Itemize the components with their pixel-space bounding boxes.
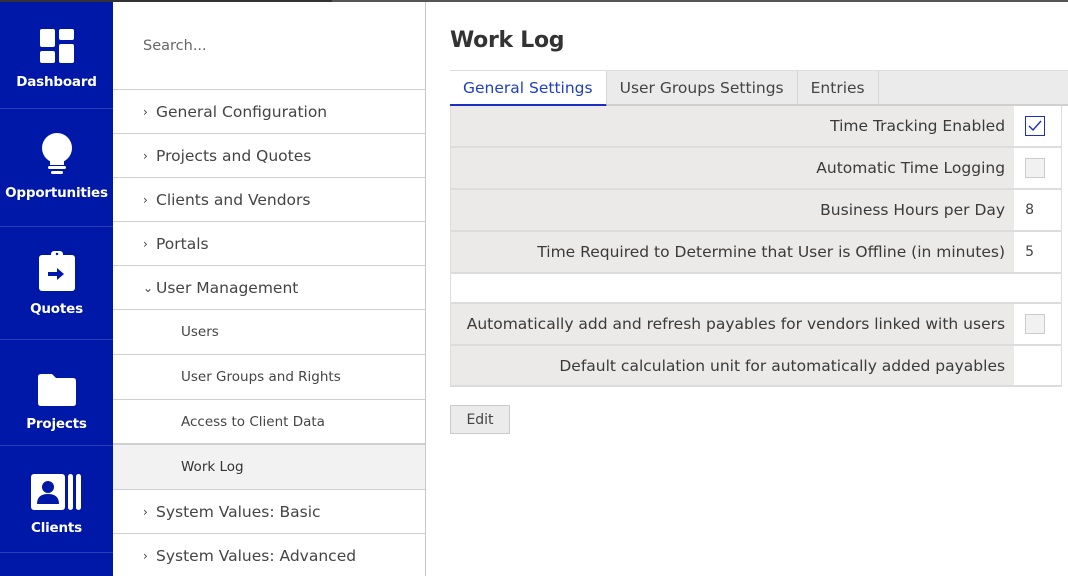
lightbulb-icon bbox=[40, 133, 74, 175]
chevron-right-icon: › bbox=[143, 548, 148, 563]
nav-item-projects[interactable]: Projects bbox=[0, 340, 113, 446]
sidebar-item-label: User Management bbox=[156, 278, 299, 297]
automatic-time-logging-checkbox[interactable] bbox=[1025, 158, 1046, 178]
setting-label: Business Hours per Day bbox=[451, 190, 1015, 230]
search-box bbox=[113, 2, 425, 90]
nav-item-dashboard[interactable]: Dashboard bbox=[0, 2, 113, 109]
settings-sidebar: › General Configuration › Projects and Q… bbox=[113, 2, 426, 576]
sidebar-item-label: Portals bbox=[156, 234, 209, 253]
chevron-down-icon: ⌄ bbox=[143, 280, 154, 295]
window-top-border bbox=[0, 0, 1068, 2]
sidebar-item-general-configuration[interactable]: › General Configuration bbox=[113, 90, 425, 134]
sidebar-item-label: User Groups and Rights bbox=[181, 369, 341, 385]
setting-label: Automatically add and refresh payables f… bbox=[451, 304, 1015, 344]
setting-label: Automatic Time Logging bbox=[451, 148, 1015, 188]
setting-row-default-calculation-unit: Default calculation unit for automatical… bbox=[451, 346, 1061, 387]
tab-user-groups-settings[interactable]: User Groups Settings bbox=[607, 71, 798, 105]
tab-bar: General Settings User Groups Settings En… bbox=[450, 70, 1068, 107]
time-tracking-enabled-checkbox[interactable] bbox=[1025, 116, 1046, 136]
setting-row-auto-payables: Automatically add and refresh payables f… bbox=[451, 304, 1061, 346]
sidebar-item-label: Access to Client Data bbox=[181, 413, 325, 430]
chevron-right-icon: › bbox=[143, 148, 148, 163]
tab-general-settings[interactable]: General Settings bbox=[450, 71, 607, 107]
setting-label: Time Tracking Enabled bbox=[451, 106, 1015, 146]
setting-row-spacer bbox=[451, 274, 1061, 304]
sidebar-subitem-work-log[interactable]: Work Log bbox=[113, 445, 425, 490]
sidebar-item-label: Clients and Vendors bbox=[156, 190, 311, 209]
checkmark-icon bbox=[1028, 120, 1042, 132]
nav-label: Dashboard bbox=[16, 74, 97, 90]
setting-row-time-tracking-enabled: Time Tracking Enabled bbox=[451, 106, 1061, 148]
setting-label: Time Required to Determine that User is … bbox=[451, 232, 1015, 272]
page-title: Work Log bbox=[450, 28, 565, 53]
chevron-right-icon: › bbox=[143, 504, 148, 519]
nav-label: Projects bbox=[26, 416, 87, 432]
search-input[interactable] bbox=[143, 30, 403, 62]
default-calculation-unit-value bbox=[1014, 346, 1061, 385]
chevron-right-icon: › bbox=[143, 236, 148, 251]
sidebar-item-clients-and-vendors[interactable]: › Clients and Vendors bbox=[113, 178, 425, 222]
auto-payables-checkbox[interactable] bbox=[1025, 314, 1046, 334]
setting-value bbox=[1014, 148, 1061, 188]
nav-item-quotes[interactable]: Quotes bbox=[0, 227, 113, 340]
setting-row-automatic-time-logging: Automatic Time Logging bbox=[451, 148, 1061, 190]
nav-item-opportunities[interactable]: Opportunities bbox=[0, 109, 113, 227]
sidebar-item-system-values-basic[interactable]: › System Values: Basic bbox=[113, 490, 425, 534]
sidebar-subitem-user-groups-and-rights[interactable]: User Groups and Rights bbox=[113, 355, 425, 400]
setting-value bbox=[1014, 106, 1061, 146]
main-content: Work Log General Settings User Groups Se… bbox=[426, 2, 1068, 576]
tab-entries[interactable]: Entries bbox=[798, 71, 879, 105]
sidebar-item-user-management[interactable]: ⌄ User Management bbox=[113, 266, 425, 310]
offline-time-value: 5 bbox=[1014, 232, 1061, 272]
chevron-right-icon: › bbox=[143, 104, 148, 119]
business-hours-value: 8 bbox=[1014, 190, 1061, 230]
sidebar-item-portals[interactable]: › Portals bbox=[113, 222, 425, 266]
contact-card-icon bbox=[30, 470, 83, 510]
spacer-cell bbox=[1014, 274, 1061, 302]
sidebar-item-projects-and-quotes[interactable]: › Projects and Quotes bbox=[113, 134, 425, 178]
sidebar-item-label: Projects and Quotes bbox=[156, 146, 312, 165]
setting-row-business-hours: Business Hours per Day 8 bbox=[451, 190, 1061, 232]
sidebar-subitem-access-to-client-data[interactable]: Access to Client Data bbox=[113, 400, 425, 445]
clipboard-arrow-icon bbox=[38, 251, 75, 291]
spacer-cell bbox=[451, 274, 1015, 302]
sidebar-item-system-values-advanced[interactable]: › System Values: Advanced bbox=[113, 534, 425, 576]
folder-icon bbox=[37, 366, 76, 406]
sidebar-item-label: Work Log bbox=[181, 459, 244, 475]
nav-item-clients[interactable]: Clients bbox=[0, 446, 113, 553]
setting-value bbox=[1014, 304, 1061, 344]
chevron-right-icon: › bbox=[143, 192, 148, 207]
sidebar-item-label: Users bbox=[181, 324, 219, 340]
sidebar-item-label: System Values: Advanced bbox=[156, 546, 357, 565]
sidebar-item-label: System Values: Basic bbox=[156, 502, 321, 521]
setting-row-offline-time: Time Required to Determine that User is … bbox=[451, 232, 1061, 274]
nav-label: Quotes bbox=[30, 301, 83, 317]
setting-label: Default calculation unit for automatical… bbox=[451, 346, 1015, 385]
nav-label: Opportunities bbox=[5, 185, 108, 201]
settings-table: Time Tracking Enabled Automatic Time Log… bbox=[450, 106, 1062, 387]
sidebar-subitem-users[interactable]: Users bbox=[113, 310, 425, 355]
main-navigation: Dashboard Opportunities Quotes Projects … bbox=[0, 2, 113, 576]
nav-label: Clients bbox=[30, 520, 83, 536]
dashboard-icon bbox=[39, 24, 75, 64]
sidebar-item-label: General Configuration bbox=[156, 102, 328, 121]
edit-button[interactable]: Edit bbox=[450, 405, 510, 434]
